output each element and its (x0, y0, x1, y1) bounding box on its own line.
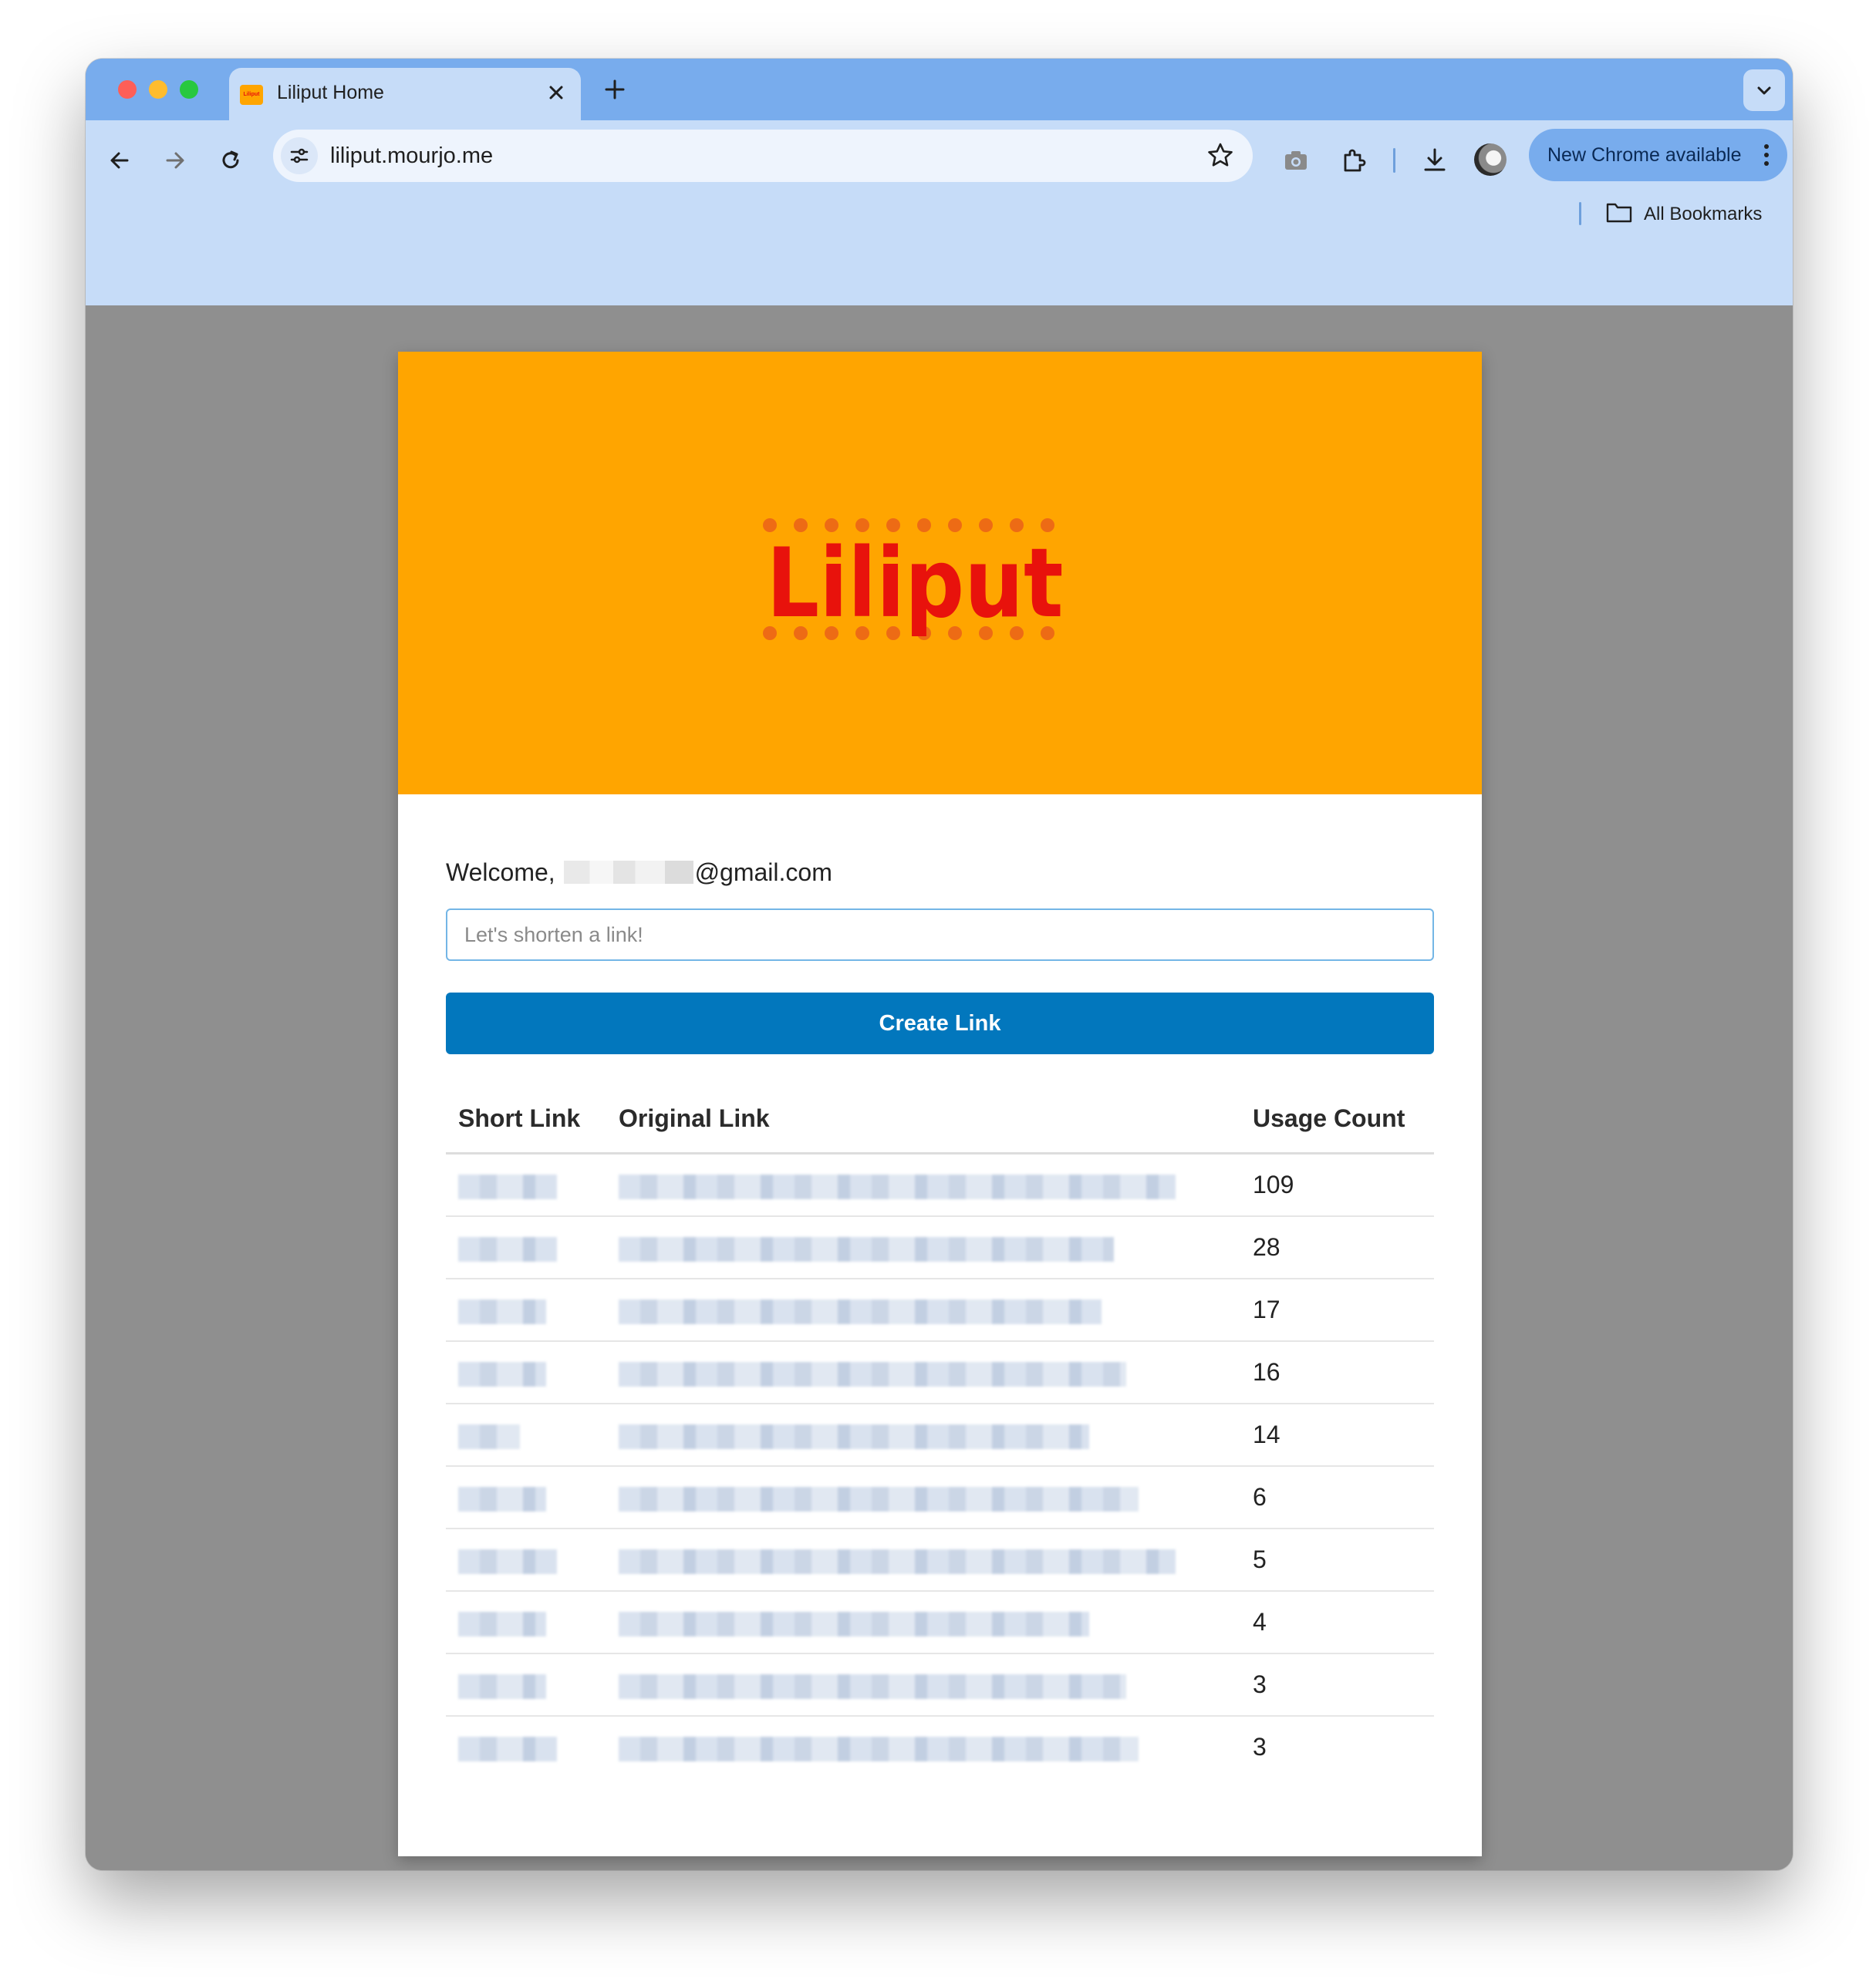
browser-window: Liliput Liliput Home liliput.mourjo.me N… (86, 59, 1793, 1870)
table-row: 3 (446, 1653, 1434, 1717)
folder-icon (1606, 203, 1632, 223)
redacted-email-username (563, 861, 693, 884)
table-row: 16 (446, 1341, 1434, 1404)
welcome-email-suffix: @gmail.com (694, 858, 832, 886)
reload-icon[interactable] (212, 142, 249, 179)
welcome-line: Welcome, @gmail.com (446, 858, 832, 887)
redacted-original-link[interactable] (619, 1424, 1089, 1449)
site-info-tune-icon[interactable] (281, 137, 318, 174)
toolbar-separator (1393, 148, 1395, 173)
forward-arrow-icon[interactable] (157, 142, 194, 179)
kebab-menu-icon (1764, 143, 1769, 167)
usage-count: 5 (1240, 1529, 1434, 1592)
redacted-short-link[interactable] (458, 1486, 546, 1512)
welcome-prefix: Welcome, (446, 858, 555, 886)
redacted-original-link[interactable] (619, 1361, 1126, 1387)
redacted-short-link[interactable] (458, 1611, 546, 1636)
browser-toolbar: liliput.mourjo.me New Chrome available A… (86, 120, 1793, 306)
column-header-usage-count: Usage Count (1240, 1084, 1434, 1154)
usage-count: 3 (1240, 1653, 1434, 1717)
links-table: Short Link Original Link Usage Count 109 (446, 1084, 1434, 1778)
redacted-short-link[interactable] (458, 1299, 546, 1324)
usage-count: 28 (1240, 1216, 1434, 1279)
usage-count: 14 (1240, 1404, 1434, 1467)
redacted-original-link[interactable] (619, 1736, 1139, 1761)
redacted-original-link[interactable] (619, 1174, 1176, 1199)
table-row: 5 (446, 1529, 1434, 1592)
back-arrow-icon[interactable] (101, 142, 138, 179)
tab-close-icon[interactable] (542, 79, 570, 106)
new-tab-plus-icon[interactable] (602, 77, 627, 102)
table-row: 17 (446, 1279, 1434, 1342)
redacted-short-link[interactable] (458, 1361, 546, 1387)
column-header-short-link: Short Link (446, 1084, 606, 1154)
redacted-original-link[interactable] (619, 1486, 1139, 1512)
table-row: 14 (446, 1404, 1434, 1467)
usage-count: 4 (1240, 1591, 1434, 1654)
extensions-icon[interactable] (1335, 142, 1372, 179)
redacted-short-link[interactable] (458, 1424, 520, 1449)
create-link-button[interactable]: Create Link (446, 993, 1434, 1054)
table-row: 28 (446, 1216, 1434, 1279)
window-close-control[interactable] (118, 80, 137, 99)
redacted-original-link[interactable] (619, 1299, 1102, 1324)
tab-favicon: Liliput (240, 85, 263, 105)
bookmarks-separator (1579, 202, 1581, 225)
camera-icon[interactable] (1277, 142, 1314, 179)
table-row: 109 (446, 1153, 1434, 1217)
update-label: New Chrome available (1547, 144, 1742, 166)
liliput-card: Liliput Welcome, @gmail.com Create Link … (398, 352, 1482, 1856)
address-bar[interactable]: liliput.mourjo.me (273, 130, 1253, 182)
shorten-link-input[interactable] (446, 908, 1434, 961)
usage-count: 17 (1240, 1279, 1434, 1342)
usage-count: 3 (1253, 1733, 1267, 1761)
url-text[interactable]: liliput.mourjo.me (330, 143, 493, 169)
all-bookmarks-label: All Bookmarks (1644, 204, 1763, 224)
usage-count: 6 (1240, 1466, 1434, 1529)
logo-text: Liliput (767, 528, 1064, 639)
bookmark-star-icon[interactable] (1205, 140, 1236, 171)
tab-search-chevron-icon[interactable] (1743, 69, 1785, 111)
redacted-short-link[interactable] (458, 1549, 557, 1574)
table-header-row: Short Link Original Link Usage Count (446, 1084, 1434, 1154)
redacted-original-link[interactable] (619, 1549, 1176, 1574)
download-icon[interactable] (1416, 142, 1453, 179)
hero-banner: Liliput (398, 352, 1482, 794)
column-header-original-link: Original Link (606, 1084, 1240, 1154)
tab-liliput-home[interactable]: Liliput Liliput Home (229, 68, 581, 120)
tab-strip: Liliput Liliput Home (86, 59, 1793, 120)
redacted-short-link[interactable] (458, 1674, 546, 1699)
table-row: 6 (446, 1466, 1434, 1529)
new-chrome-available-button[interactable]: New Chrome available (1529, 129, 1787, 181)
window-zoom-control[interactable] (180, 80, 198, 99)
redacted-short-link[interactable] (458, 1236, 557, 1262)
page-viewport: Liliput Welcome, @gmail.com Create Link … (86, 305, 1793, 1870)
redacted-original-link[interactable] (619, 1611, 1089, 1636)
redacted-original-link[interactable] (619, 1236, 1114, 1262)
table-row: 4 (446, 1591, 1434, 1654)
table-row: 3 (446, 1716, 1434, 1778)
usage-count: 16 (1240, 1341, 1434, 1404)
profile-avatar[interactable] (1474, 143, 1507, 176)
window-minimize-control[interactable] (149, 80, 167, 99)
redacted-original-link[interactable] (619, 1674, 1126, 1699)
tab-title: Liliput Home (277, 82, 384, 103)
liliput-logo: Liliput (763, 518, 1064, 640)
redacted-short-link[interactable] (458, 1174, 557, 1199)
redacted-short-link[interactable] (458, 1736, 557, 1761)
usage-count: 109 (1240, 1153, 1434, 1217)
